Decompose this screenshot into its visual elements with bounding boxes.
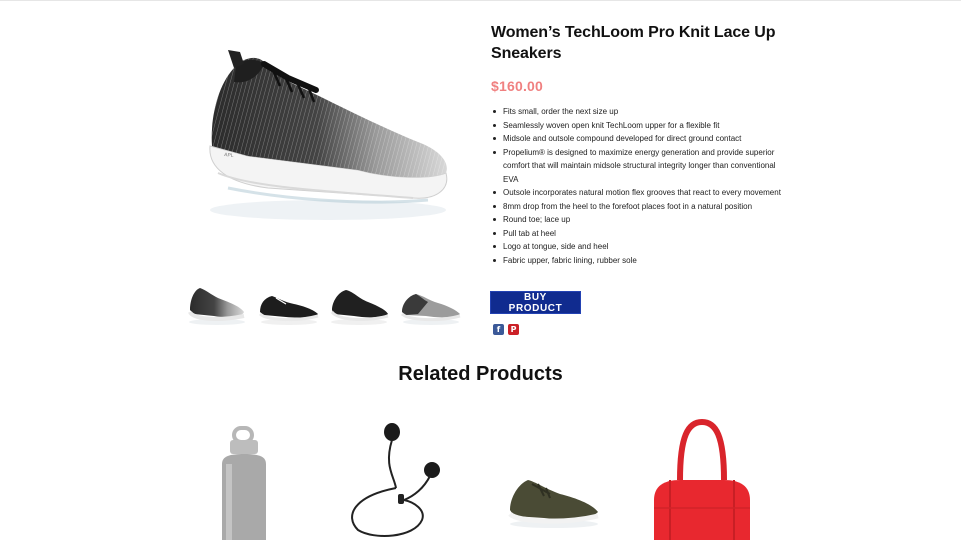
top-divider bbox=[0, 0, 961, 1]
feature-item: 8mm drop from the heel to the forefoot p… bbox=[491, 200, 791, 214]
thumbnail-gradient-sneaker[interactable] bbox=[184, 282, 250, 328]
share-icons: f P bbox=[493, 324, 519, 335]
feature-item: Logo at tongue, side and heel bbox=[491, 240, 791, 254]
thumbnail-gray-sneaker[interactable] bbox=[398, 282, 464, 328]
main-product-image: APL bbox=[188, 38, 466, 248]
pinterest-icon[interactable]: P bbox=[508, 324, 519, 335]
feature-item: Pull tab at heel bbox=[491, 227, 791, 241]
facebook-icon[interactable]: f bbox=[493, 324, 504, 335]
related-item-water-bottle[interactable] bbox=[214, 424, 274, 540]
product-details: Women’s TechLoom Pro Knit Lace Up Sneake… bbox=[491, 22, 791, 267]
related-item-earbuds[interactable] bbox=[344, 416, 444, 540]
feature-list: Fits small, order the next size up Seamle… bbox=[491, 105, 791, 267]
related-item-olive-sneaker[interactable] bbox=[504, 470, 602, 530]
related-item-red-duffel-bag[interactable] bbox=[650, 416, 754, 540]
feature-item: Fabric upper, fabric lining, rubber sole bbox=[491, 254, 791, 268]
feature-item: Round toe; lace up bbox=[491, 213, 791, 227]
feature-item: Outsole incorporates natural motion flex… bbox=[491, 186, 791, 200]
feature-item: Seamlessly woven open knit TechLoom uppe… bbox=[491, 119, 791, 133]
thumbnail-black-angle-sneaker[interactable] bbox=[326, 282, 392, 328]
product-price: $160.00 bbox=[491, 78, 544, 94]
main-image-logo: APL bbox=[224, 152, 234, 159]
related-products-heading: Related Products bbox=[398, 363, 563, 385]
feature-item: Midsole and outsole compound developed f… bbox=[491, 132, 791, 146]
product-title: Women’s TechLoom Pro Knit Lace Up Sneake… bbox=[491, 24, 776, 62]
buy-product-button[interactable]: BUY PRODUCT bbox=[490, 291, 581, 314]
thumbnail-black-sneaker[interactable] bbox=[256, 282, 322, 328]
feature-item: Propelium® is designed to maximize energ… bbox=[491, 146, 791, 187]
thumbnail-strip bbox=[184, 282, 468, 330]
feature-item: Fits small, order the next size up bbox=[491, 105, 791, 119]
